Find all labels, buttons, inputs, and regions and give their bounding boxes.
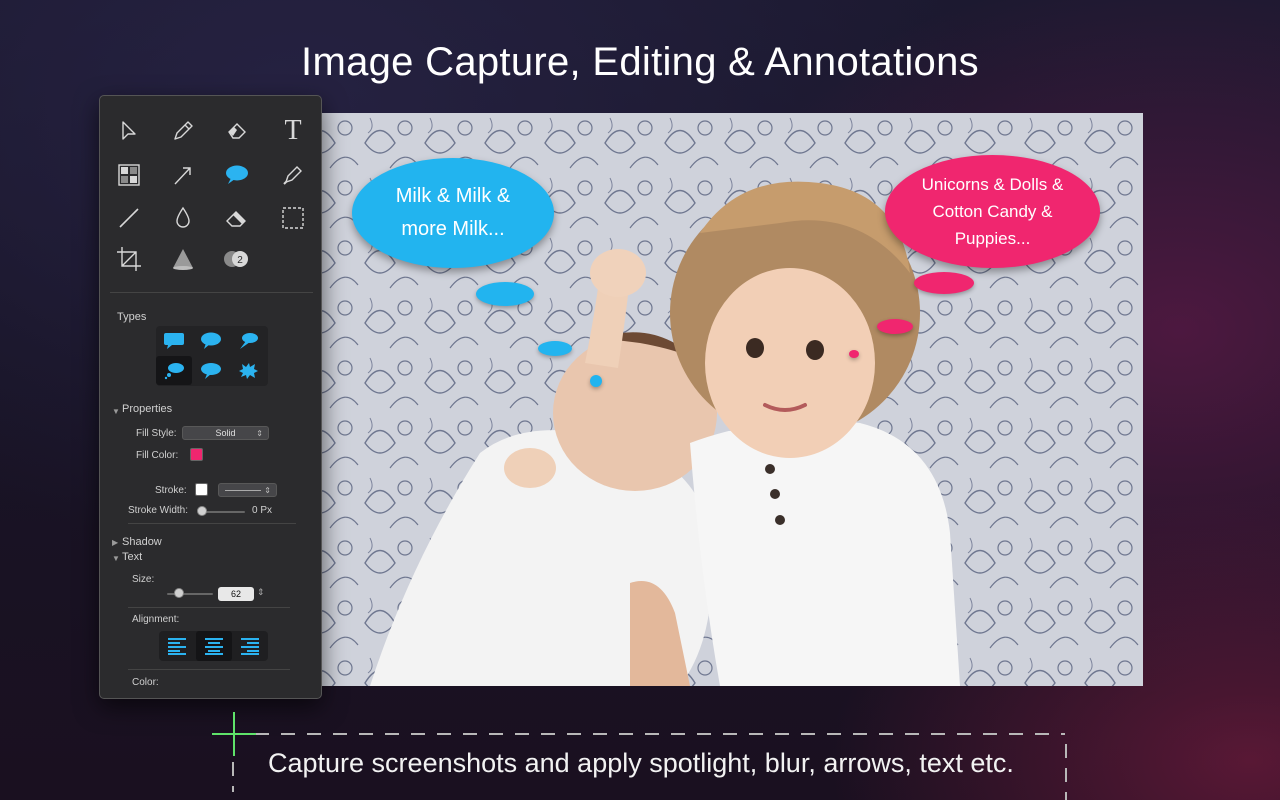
align-right-icon	[241, 638, 259, 655]
type-rect-bubble[interactable]	[156, 326, 192, 355]
type-cloud-bubble[interactable]	[193, 356, 229, 385]
tool-panel: T 2 Types ▼ Properties Fill Style: Solid…	[99, 95, 322, 699]
panel-divider	[128, 523, 296, 524]
selection-icon[interactable]	[276, 201, 310, 235]
svg-text:T: T	[284, 115, 301, 143]
panel-divider	[110, 292, 313, 293]
text-size-slider-knob[interactable]	[174, 588, 184, 598]
fill-color-swatch[interactable]	[190, 448, 203, 461]
speech-bubble-blue[interactable]: Milk & Milk & more Milk...	[352, 158, 554, 268]
selection-guide-right	[1065, 744, 1067, 800]
stroke-width-value: 0 Px	[252, 505, 273, 516]
text-disclosure-icon[interactable]: ▼	[112, 554, 120, 563]
speech-bubble-icon[interactable]	[220, 158, 254, 192]
text-tool-icon[interactable]: T	[276, 112, 310, 146]
stroke-width-slider-knob[interactable]	[197, 506, 207, 516]
speech-bubble-pink[interactable]: Unicorns & Dolls & Cotton Candy & Puppie…	[885, 155, 1100, 268]
crosshair-cursor-icon-vertical	[233, 712, 235, 756]
panel-divider	[128, 669, 290, 670]
stroke-color-swatch[interactable]	[195, 483, 208, 496]
thought-dot-blue-small	[590, 375, 602, 387]
pointer-icon[interactable]	[112, 114, 146, 148]
panel-divider	[128, 607, 290, 608]
type-tail-bubble[interactable]	[230, 326, 266, 355]
marker-icon[interactable]	[276, 158, 310, 192]
bubble-types-group	[156, 326, 268, 386]
line-icon[interactable]	[112, 201, 146, 235]
fill-style-value: Solid	[215, 428, 236, 438]
stroke-line-preview	[224, 489, 261, 491]
selection-guide-top	[255, 733, 1065, 735]
thought-dot-blue-medium	[538, 341, 572, 356]
blur-drop-icon[interactable]	[166, 201, 200, 235]
align-left-icon	[168, 638, 186, 655]
page-headline: Image Capture, Editing & Annotations	[301, 40, 979, 84]
type-oval-bubble[interactable]	[193, 326, 229, 355]
align-left-button[interactable]	[159, 631, 195, 661]
stroke-label: Stroke:	[155, 485, 187, 496]
spotlight-icon[interactable]	[166, 242, 200, 276]
align-center-icon	[205, 638, 223, 655]
selection-guide-left	[232, 762, 234, 792]
text-size-stepper-icon[interactable]: ⇕	[257, 587, 265, 598]
select-arrows-icon: ⇕	[256, 428, 263, 438]
bubble-pink-line1: Unicorns & Dolls &	[921, 175, 1064, 194]
thought-dot-pink-medium	[877, 319, 913, 334]
alignment-label: Alignment:	[132, 614, 180, 625]
color-label: Color:	[132, 677, 159, 688]
pixelate-icon[interactable]	[112, 158, 146, 192]
fill-color-label: Fill Color:	[136, 450, 179, 461]
bubble-pink-line3: Puppies...	[954, 229, 1031, 248]
counter-icon[interactable]: 2	[220, 242, 254, 276]
align-right-button[interactable]	[232, 631, 268, 661]
properties-label[interactable]: Properties	[122, 403, 172, 415]
types-label: Types	[117, 311, 147, 323]
bubble-pink-line2: Cotton Candy &	[932, 202, 1053, 221]
eraser-icon[interactable]	[220, 201, 254, 235]
type-burst-bubble[interactable]	[230, 356, 266, 385]
shadow-label[interactable]: Shadow	[122, 536, 162, 548]
select-arrows-icon: ⇕	[264, 485, 271, 495]
text-size-field[interactable]: 62	[218, 587, 254, 601]
stroke-width-label: Stroke Width:	[128, 505, 189, 516]
text-section-label[interactable]: Text	[122, 551, 142, 563]
properties-disclosure-icon[interactable]: ▼	[112, 407, 120, 416]
crop-icon[interactable]	[112, 242, 146, 276]
feature-caption: Capture screenshots and apply spotlight,…	[268, 748, 1014, 778]
fill-style-select[interactable]: Solid ⇕	[182, 426, 269, 440]
thought-dot-pink-small	[849, 350, 859, 358]
size-label: Size:	[132, 574, 155, 585]
thought-dot-blue-large	[476, 282, 534, 306]
highlighter-icon[interactable]	[220, 114, 254, 148]
bubble-blue-line1: Milk & Milk &	[395, 185, 511, 207]
alignment-group	[159, 631, 268, 661]
stroke-style-select[interactable]: ⇕	[218, 483, 277, 497]
shadow-disclosure-icon[interactable]: ▶	[112, 538, 118, 547]
align-center-button[interactable]	[196, 631, 232, 661]
fill-style-label: Fill Style:	[136, 428, 177, 439]
pencil-icon[interactable]	[166, 114, 200, 148]
svg-text:2: 2	[237, 255, 243, 266]
arrow-icon[interactable]	[166, 158, 200, 192]
bubble-blue-line2: more Milk...	[401, 218, 505, 240]
thought-dot-pink-large	[914, 272, 974, 294]
type-thought-bubble[interactable]	[156, 356, 192, 385]
